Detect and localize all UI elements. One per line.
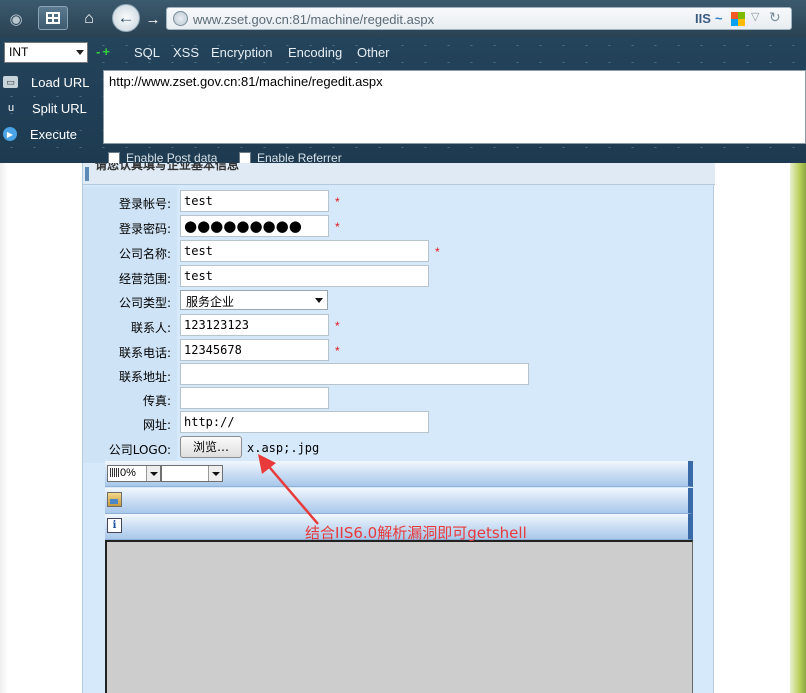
section-header-marker [85, 167, 89, 181]
company-type-select[interactable]: 服务企业 [180, 290, 328, 310]
address-bar[interactable]: www.zset.gov.cn:81/machine/regedit.aspx … [166, 7, 792, 30]
contact-person-label: 联系人: [130, 321, 171, 335]
registration-form: 请您认真填写企业基本信息 登录帐号: test * 登录密码: ●●●●●●●●… [82, 163, 715, 693]
execute-button[interactable]: ▶ Execute [0, 124, 77, 144]
type-select[interactable]: INT [4, 42, 88, 63]
reload-icon[interactable]: ↻ [769, 9, 781, 26]
zoom-icon [110, 468, 119, 477]
company-type-label: 公司类型: [118, 296, 171, 310]
enable-post-checkbox[interactable]: Enable Post data [108, 151, 217, 163]
chevron-down-icon [146, 466, 160, 481]
chevron-down-icon [76, 50, 84, 55]
company-logo-label: 公司LOGO: [108, 443, 171, 457]
zoom-select[interactable]: 0% [107, 465, 161, 482]
enable-post-label: Enable Post data [126, 151, 218, 163]
forward-button[interactable]: → [143, 9, 163, 29]
required-mark: * [335, 220, 340, 234]
hackbar-url-input[interactable]: http://www.zset.gov.cn:81/machine/regedi… [103, 70, 806, 144]
split-url-label: Split URL [32, 100, 87, 116]
required-mark: * [335, 319, 340, 333]
tab-grid-icon[interactable] [38, 6, 68, 30]
page-content: 请您认真填写企业基本信息 登录帐号: test * 登录密码: ●●●●●●●●… [0, 163, 806, 693]
login-password-label: 登录密码: [118, 222, 171, 236]
globe-icon [173, 11, 188, 26]
business-scope-label: 经营范围: [118, 272, 171, 286]
menu-encoding[interactable]: Encoding [288, 45, 342, 60]
fax-label: 传真: [142, 394, 171, 408]
iis-badge: IIS [695, 11, 711, 26]
chevron-down-icon [208, 466, 222, 481]
menu-other[interactable]: Other [357, 45, 390, 60]
login-password-input[interactable]: ●●●●●●●●● [180, 215, 329, 237]
rss-icon[interactable]: ◉ [6, 9, 26, 29]
type-select-value: INT [9, 45, 29, 59]
website-label: 网址: [142, 418, 171, 432]
enable-referrer-checkbox[interactable]: Enable Referrer [239, 151, 342, 163]
editor-content-area[interactable] [105, 540, 693, 693]
login-account-label: 登录帐号: [118, 197, 171, 211]
section-title: 请您认真填写企业基本信息 [95, 163, 240, 172]
annotation-text: 结合IIS6.0解析漏洞即可getshell [305, 524, 527, 542]
plus-minus-buttons[interactable]: -+ [96, 44, 112, 59]
section-header: 请您认真填写企业基本信息 [83, 163, 715, 185]
contact-address-label: 联系地址: [118, 370, 171, 384]
menu-encryption[interactable]: Encryption [211, 45, 272, 60]
split-icon: u [7, 102, 15, 114]
website-input[interactable]: http:// [180, 411, 429, 433]
checkbox-box[interactable] [239, 152, 251, 163]
contact-address-input[interactable] [180, 363, 529, 385]
load-url-label: Load URL [31, 74, 90, 90]
company-name-label: 公司名称: [118, 247, 171, 261]
fax-input[interactable] [180, 387, 329, 409]
editor-toolbar-row: 0% [105, 461, 693, 487]
business-scope-input[interactable]: test [180, 265, 429, 287]
hackbar-panel: INT -+ SQL XSS Encryption Encoding Other… [0, 37, 806, 163]
enable-referrer-label: Enable Referrer [257, 151, 342, 163]
contact-phone-input[interactable]: 12345678 [180, 339, 329, 361]
rich-text-editor: 0% i [105, 461, 693, 693]
browser-toolbar: ◉ ⌂ ← → www.zset.gov.cn:81/machine/reged… [0, 0, 806, 37]
split-url-button[interactable]: u Split URL [0, 98, 87, 118]
info-icon[interactable]: i [107, 518, 122, 533]
editor-toolbar-row [105, 488, 693, 514]
printer-icon: ▭ [3, 76, 18, 88]
insert-image-icon[interactable] [107, 492, 122, 507]
address-bar-url[interactable]: www.zset.gov.cn:81/machine/regedit.aspx [193, 12, 434, 27]
contact-phone-label: 联系电话: [118, 346, 171, 360]
menu-sql[interactable]: SQL [134, 45, 160, 60]
load-url-button[interactable]: ▭ Load URL [0, 72, 90, 92]
contact-person-input[interactable]: 123123123 [180, 314, 329, 336]
execute-label: Execute [30, 126, 77, 142]
windows-logo-icon [731, 12, 745, 26]
home-icon[interactable]: ⌂ [78, 8, 100, 30]
required-mark: * [435, 245, 440, 259]
selected-file-name: x.asp;.jpg [247, 441, 320, 455]
iis-wave-icon: ~ [715, 11, 723, 26]
zoom-value: 0% [120, 467, 136, 479]
checkbox-box[interactable] [108, 152, 120, 163]
menu-xss[interactable]: XSS [173, 45, 199, 60]
company-name-input[interactable]: test [180, 240, 429, 262]
font-select[interactable] [161, 465, 223, 482]
right-decoration [790, 163, 806, 693]
browse-button[interactable]: 浏览… [180, 436, 242, 458]
required-mark: * [335, 195, 340, 209]
chevron-down-icon [315, 298, 323, 303]
required-mark: * [335, 344, 340, 358]
login-account-input[interactable]: test [180, 190, 329, 212]
back-button[interactable]: ← [112, 4, 140, 32]
dropdown-triangle-icon[interactable]: ▽ [751, 10, 759, 23]
company-type-value: 服务企业 [186, 295, 235, 309]
play-icon: ▶ [3, 127, 17, 141]
left-shadow [0, 163, 8, 693]
